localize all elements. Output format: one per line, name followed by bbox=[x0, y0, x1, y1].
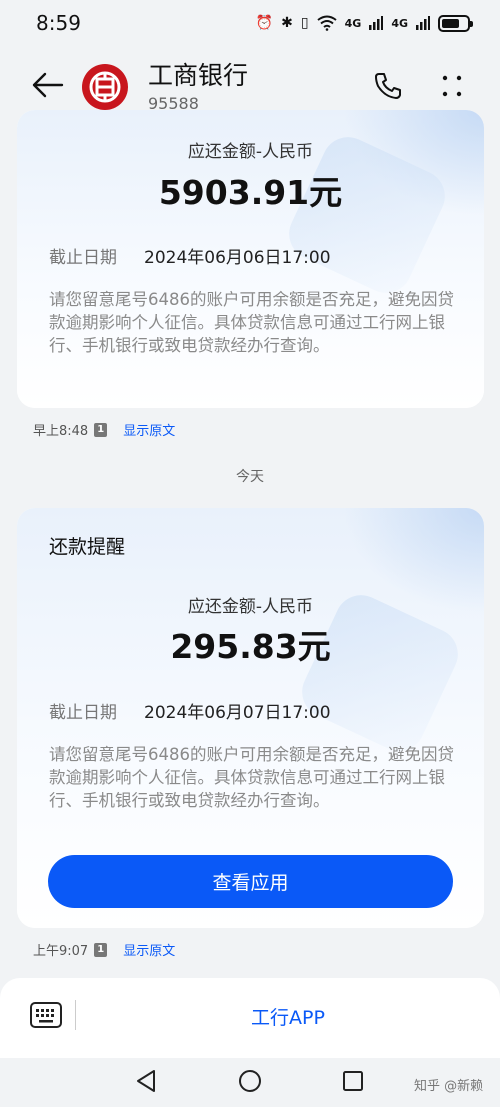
status-time: 8:59 bbox=[36, 11, 81, 35]
more-icon[interactable] bbox=[436, 70, 468, 102]
watermark-text: 知乎 @新赖 bbox=[414, 1079, 484, 1094]
notice-text: 请您留意尾号6486的账户可用余额是否充足，避免因贷款逾期影响个人征信。具体贷款… bbox=[49, 290, 454, 355]
status-bar: 8:59 ⏰ ✱ ▯ 4G 4G bbox=[0, 0, 500, 46]
nav-home-icon[interactable] bbox=[238, 1068, 262, 1094]
deadline-value: 2024年06月06日17:00 bbox=[144, 248, 331, 268]
amount-label: 应还金额-人民币 bbox=[187, 597, 314, 617]
status-icons: ⏰ ✱ ▯ 4G 4G bbox=[255, 14, 473, 32]
back-arrow-icon[interactable] bbox=[30, 70, 66, 100]
bluetooth-icon: ✱ bbox=[281, 15, 293, 31]
message-meta-2: 上午9:07 1 显示原文 bbox=[33, 940, 175, 959]
nav-recent-icon[interactable] bbox=[342, 1069, 364, 1093]
notice-text: 请您留意尾号6486的账户可用余额是否充足，避免因贷款逾期影响个人征信。具体贷款… bbox=[49, 745, 454, 810]
amount-value: 5903.91元 bbox=[158, 173, 343, 212]
message-time: 上午9:07 bbox=[33, 944, 89, 959]
phone-icon[interactable] bbox=[372, 70, 404, 102]
message-card-1[interactable]: 应还金额-人民币 5903.91元 截止日期 2024年06月06日17:00 … bbox=[17, 110, 484, 408]
bottom-bar: 工行APP bbox=[0, 978, 500, 1058]
deadline-label: 截止日期 bbox=[49, 703, 117, 723]
amount-value: 295.83元 bbox=[170, 627, 331, 666]
signal-1-icon bbox=[369, 16, 384, 30]
date-separator: 今天 bbox=[236, 469, 264, 485]
amount-label: 应还金额-人民币 bbox=[187, 142, 314, 162]
signal-1-label: 4G bbox=[344, 16, 362, 30]
message-time: 早上8:48 bbox=[33, 424, 89, 439]
battery-icon bbox=[438, 14, 473, 32]
nav-back-icon[interactable] bbox=[134, 1068, 158, 1094]
keyboard-icon[interactable] bbox=[30, 1002, 62, 1028]
vibrate-icon: ▯ bbox=[300, 15, 309, 31]
navigation-bar: 知乎 @新赖 bbox=[0, 1058, 500, 1107]
message-card-2[interactable]: 还款提醒 应还金额-人民币 295.83元 截止日期 2024年06月07日17… bbox=[17, 508, 484, 928]
sim-badge: 1 bbox=[94, 942, 108, 957]
show-original-link[interactable]: 显示原文 bbox=[123, 420, 175, 439]
signal-2-label: 4G bbox=[391, 16, 408, 30]
deadline-label: 截止日期 bbox=[49, 248, 117, 268]
view-app-button[interactable]: 查看应用 bbox=[48, 855, 453, 908]
icbc-logo-mark bbox=[89, 71, 121, 103]
card-title: 还款提醒 bbox=[49, 536, 126, 558]
battery-fill bbox=[442, 18, 459, 28]
message-meta-1: 早上8:48 1 显示原文 bbox=[33, 420, 175, 439]
sim-badge: 1 bbox=[94, 422, 108, 437]
deadline-value: 2024年06月07日17:00 bbox=[144, 703, 331, 723]
show-original-link[interactable]: 显示原文 bbox=[123, 940, 175, 959]
sender-name: 工商银行 bbox=[148, 61, 249, 90]
signal-2-icon bbox=[416, 16, 430, 30]
alarm-icon: ⏰ bbox=[255, 15, 274, 31]
icbc-logo bbox=[82, 64, 128, 110]
icbc-app-link[interactable]: 工行APP bbox=[76, 978, 500, 1054]
wifi-icon bbox=[317, 15, 337, 31]
